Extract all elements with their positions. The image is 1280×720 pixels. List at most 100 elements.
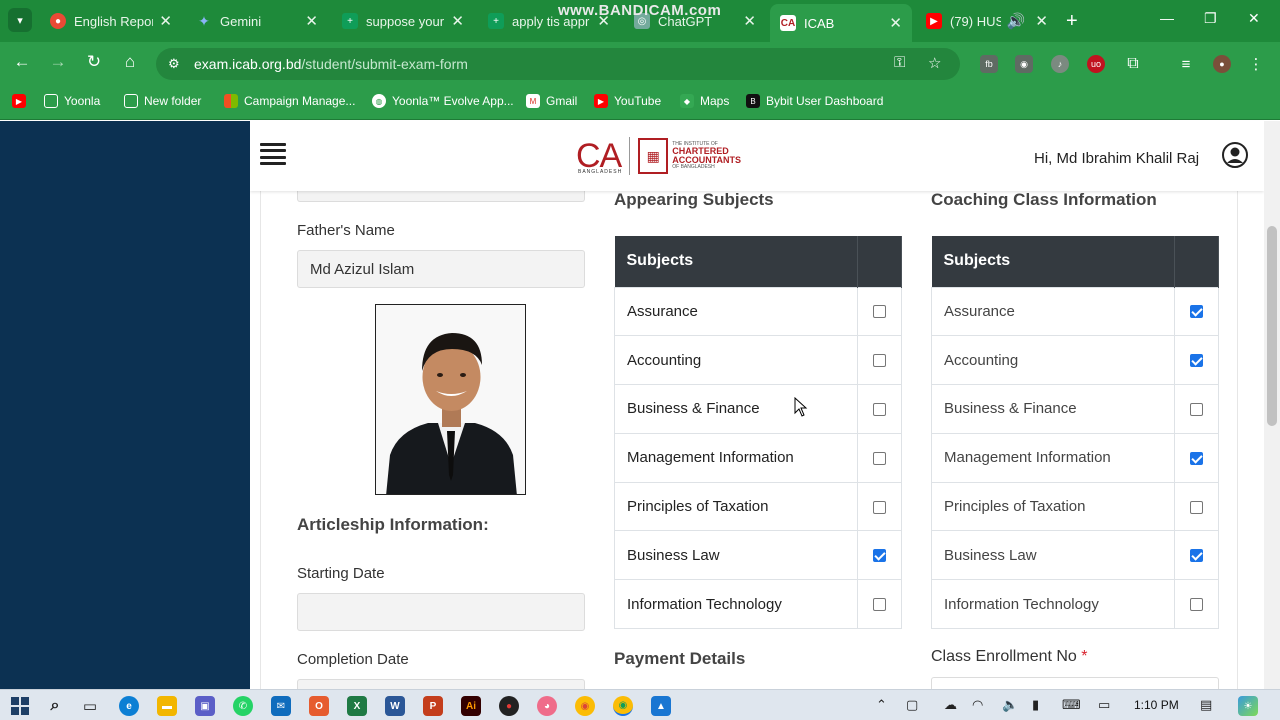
icab-logo[interactable]: CA BANGLADESH ▦ THE INSTITUTE OF CHARTER… <box>576 135 741 177</box>
tab-title: suppose your <box>366 13 445 29</box>
subject-checkbox[interactable] <box>1190 598 1203 612</box>
subject-checkbox[interactable] <box>1190 451 1203 465</box>
photos-icon[interactable]: ▲ <box>651 696 671 716</box>
bookmark-maps[interactable]: ◆ Maps <box>680 94 729 108</box>
completion-date-input[interactable] <box>297 679 585 689</box>
url-input[interactable]: ⚙ exam.icab.org.bd/student/submit-exam-f… <box>156 48 960 80</box>
weather-icon[interactable]: ☀ <box>1238 696 1258 716</box>
close-window-icon[interactable]: ✕ <box>1248 10 1260 27</box>
bookmark-youtube-icon[interactable]: ▶ <box>12 94 32 108</box>
new-tab-icon[interactable]: + <box>1066 10 1078 33</box>
close-icon[interactable]: ✕ <box>1035 12 1048 30</box>
illustrator-icon[interactable]: Ai <box>461 696 481 716</box>
keyboard-icon[interactable]: ⌨ <box>1062 697 1081 713</box>
close-icon[interactable]: ✕ <box>159 12 172 30</box>
folder-icon <box>44 94 58 108</box>
reload-icon[interactable]: ↻ <box>82 52 106 72</box>
hamburger-menu-icon[interactable] <box>260 143 286 165</box>
bookmark-youtube[interactable]: ▶ YouTube <box>594 94 661 108</box>
starting-date-input[interactable] <box>297 593 585 631</box>
mail-icon[interactable]: ✉ <box>271 696 291 716</box>
menu-icon[interactable]: ⋮ <box>1247 55 1265 73</box>
close-icon[interactable]: ✕ <box>305 12 318 30</box>
bookmark-bybit[interactable]: B Bybit User Dashboard <box>746 94 883 108</box>
subject-checkbox[interactable] <box>1190 354 1203 368</box>
task-view-icon[interactable]: ▭ <box>80 696 100 716</box>
minimize-icon[interactable]: — <box>1160 10 1174 26</box>
subject-checkbox[interactable] <box>873 598 886 612</box>
restore-icon[interactable]: ❐ <box>1204 10 1217 27</box>
chrome-active-taskbar-icon[interactable]: ◉ <box>613 696 633 716</box>
close-icon[interactable]: ✕ <box>889 14 902 32</box>
ublock-icon[interactable]: uo <box>1087 55 1105 73</box>
whatsapp-icon[interactable]: ✆ <box>233 696 253 716</box>
bookmark-gmail[interactable]: M Gmail <box>526 94 577 108</box>
puzzle-icon[interactable]: ⧉ <box>1124 55 1142 73</box>
subject-checkbox[interactable] <box>1190 305 1203 319</box>
forward-icon[interactable]: → <box>46 52 70 72</box>
close-icon[interactable]: ✕ <box>451 12 464 30</box>
father-name-input[interactable]: Md Azizul Islam <box>297 250 585 288</box>
close-icon[interactable]: ✕ <box>743 12 756 30</box>
subject-checkbox[interactable] <box>873 403 886 417</box>
user-account-icon[interactable] <box>1222 142 1248 168</box>
excel-icon[interactable]: X <box>347 696 367 716</box>
chevron-up-icon[interactable]: ⌃ <box>876 697 887 713</box>
scrollbar-thumb[interactable] <box>1267 226 1277 426</box>
tab-icab[interactable]: CA ICAB ✕ <box>770 4 912 42</box>
profile-avatar[interactable]: ● <box>1213 55 1231 73</box>
notifications-icon[interactable]: ▤ <box>1200 697 1212 713</box>
subject-checkbox[interactable] <box>873 500 886 514</box>
extension-icon[interactable]: fb <box>980 55 998 73</box>
media-icon[interactable]: ≡ <box>1177 55 1195 73</box>
table-row: Accounting <box>614 335 902 386</box>
enrollment-input[interactable] <box>931 677 1219 689</box>
search-icon[interactable]: ⌕ <box>45 696 65 716</box>
bookmark-new-folder[interactable]: New folder <box>124 94 201 108</box>
back-icon[interactable]: ← <box>10 52 34 72</box>
word-icon[interactable]: W <box>385 696 405 716</box>
starting-date-label: Starting Date <box>297 565 385 582</box>
meet-icon[interactable]: ▢ <box>906 697 918 713</box>
windows-start-icon[interactable] <box>10 696 30 716</box>
display-icon[interactable]: ▭ <box>1098 697 1110 713</box>
subject-checkbox[interactable] <box>873 549 886 563</box>
file-explorer-icon[interactable]: ▬ <box>157 696 177 716</box>
logo-ca: CA <box>576 137 622 175</box>
bookmark-campaign-manager[interactable]: Campaign Manage... <box>224 94 355 108</box>
site-info-icon[interactable]: ⚙ <box>168 56 180 72</box>
tab-search-icon[interactable]: ▾ <box>8 8 32 32</box>
office-icon[interactable]: O <box>309 696 329 716</box>
subject-checkbox[interactable] <box>1190 549 1203 563</box>
key-icon[interactable]: ⚿ <box>894 54 905 71</box>
tab-gemini[interactable]: ✦ Gemini ✕ <box>186 6 328 36</box>
extension-icon[interactable]: ♪ <box>1051 55 1069 73</box>
tab-english-report[interactable]: ● English Report ✕ <box>40 6 182 36</box>
folder-icon <box>124 94 138 108</box>
bookmark-yoonla-evolve[interactable]: ◍ Yoonla™ Evolve App... <box>372 94 514 108</box>
wifi-icon[interactable]: ◠ <box>972 697 983 713</box>
subject-checkbox[interactable] <box>873 451 886 465</box>
star-icon[interactable]: ☆ <box>928 54 941 72</box>
tab-suppose-your[interactable]: + suppose your ✕ <box>332 6 474 36</box>
edge-icon[interactable]: e <box>119 696 139 716</box>
bookmark-yoonla[interactable]: Yoonla <box>44 94 100 108</box>
home-icon[interactable]: ⌂ <box>118 52 142 72</box>
subject-checkbox[interactable] <box>1190 403 1203 417</box>
chrome-taskbar-icon[interactable]: ◉ <box>575 696 595 716</box>
microphone-icon[interactable]: ▮ <box>1032 697 1039 713</box>
subject-checkbox[interactable] <box>1190 500 1203 514</box>
subject-checkbox[interactable] <box>873 354 886 368</box>
table-row: Information Technology <box>931 579 1219 630</box>
cloud-icon[interactable]: ☁ <box>944 697 957 713</box>
record-icon[interactable]: ● <box>499 696 519 716</box>
speaker-icon[interactable]: 🔊 <box>1007 12 1026 30</box>
paint-icon[interactable]: ◕ <box>537 696 557 716</box>
page-scrollbar[interactable] <box>1264 121 1280 689</box>
volume-icon[interactable]: 🔈 <box>1002 697 1018 713</box>
subject-checkbox[interactable] <box>873 305 886 319</box>
tab-youtube-husn[interactable]: ▶ (79) HUSN 🔊 ✕ <box>916 6 1058 36</box>
store-icon[interactable]: ▣ <box>195 696 215 716</box>
camera-icon[interactable]: ◉ <box>1015 55 1033 73</box>
powerpoint-icon[interactable]: P <box>423 696 443 716</box>
